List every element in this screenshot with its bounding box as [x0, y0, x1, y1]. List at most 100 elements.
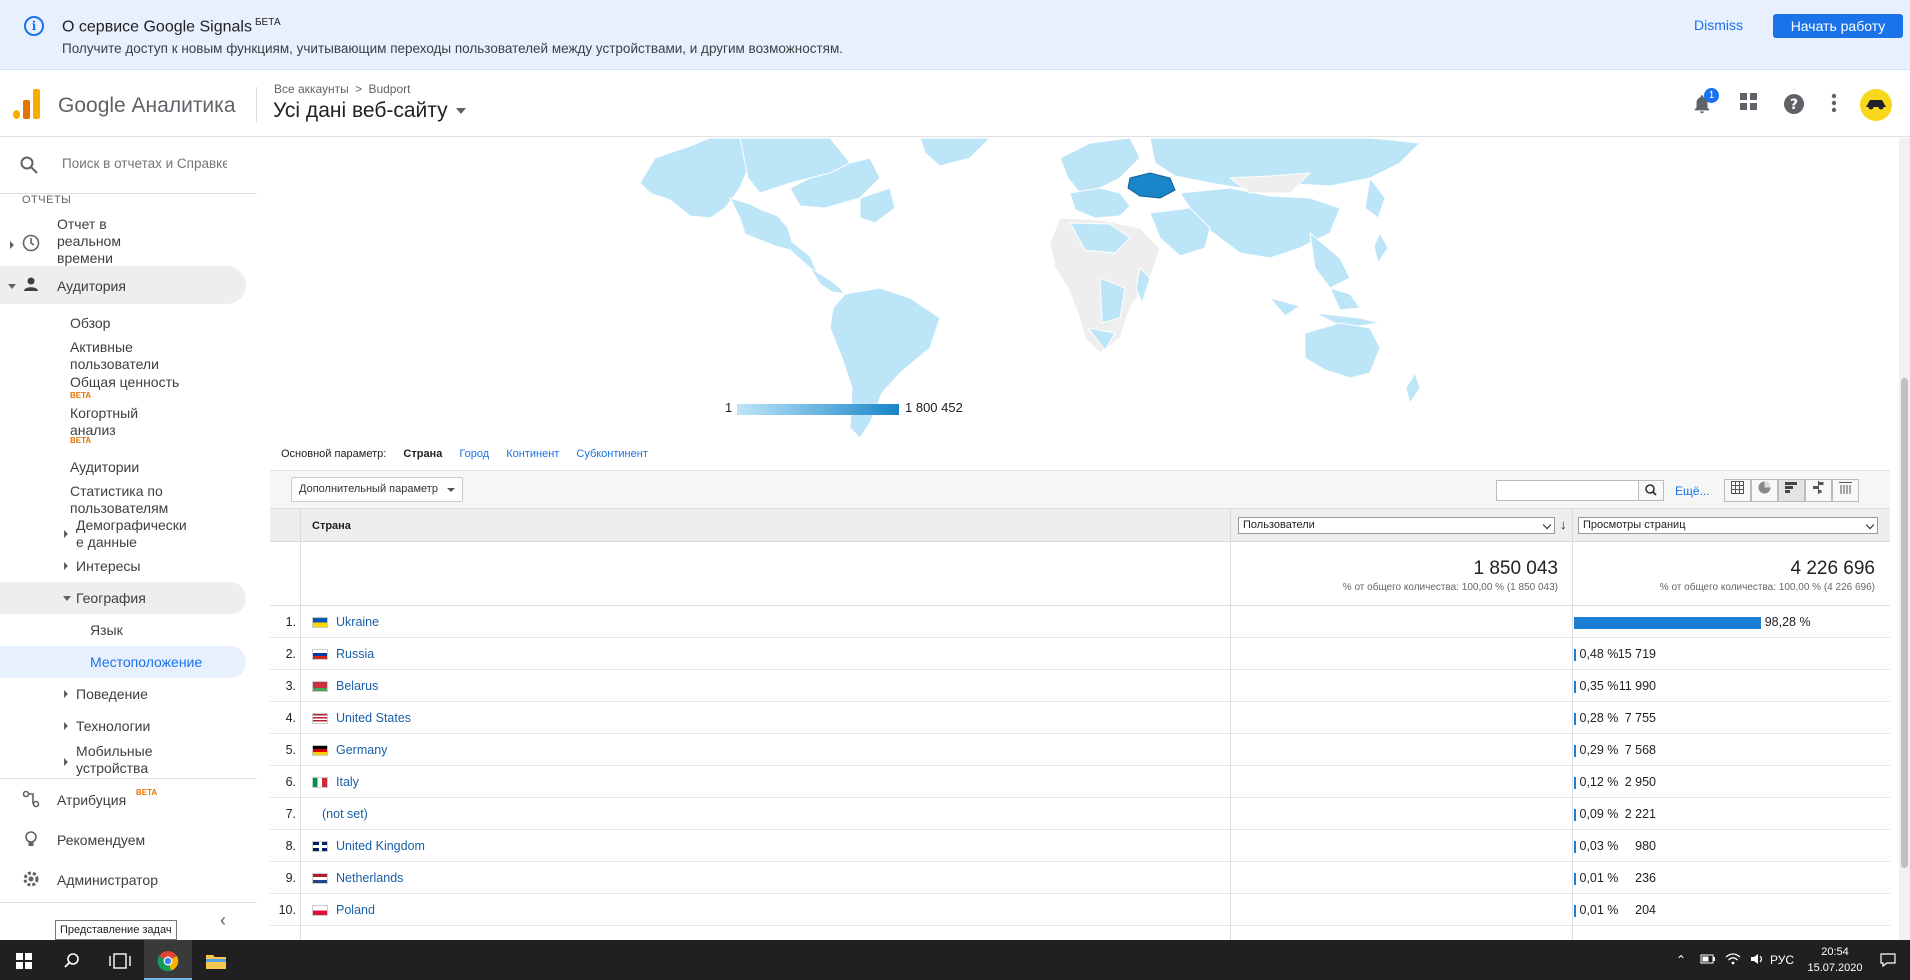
- metric2-select[interactable]: Просмотры страниц: [1578, 517, 1878, 534]
- country-link[interactable]: Ukraine: [336, 615, 379, 629]
- share-percent: 0,35 %: [1579, 679, 1619, 693]
- view-pivot-icon[interactable]: [1832, 479, 1859, 502]
- task-view-icon[interactable]: [96, 940, 144, 980]
- nav-cohort[interactable]: Когортный анализ: [70, 405, 138, 439]
- row-number: 4.: [285, 711, 296, 725]
- nav-active-users[interactable]: Активные пользователи: [70, 339, 159, 373]
- share-bar: [1574, 617, 1761, 629]
- country-link[interactable]: (not set): [322, 807, 368, 821]
- chevron-down-icon: [1542, 520, 1552, 530]
- country-link[interactable]: Poland: [336, 903, 375, 917]
- expand-arrow-icon[interactable]: [64, 562, 68, 570]
- country-link[interactable]: United Kingdom: [336, 839, 425, 853]
- nav-language[interactable]: Язык: [90, 622, 123, 639]
- row-number: 8.: [285, 839, 296, 853]
- legend-min: 1: [725, 400, 733, 415]
- chevron-down-icon: [447, 488, 455, 492]
- nav-audience[interactable]: Аудитория: [57, 278, 126, 295]
- country-link[interactable]: Netherlands: [336, 871, 403, 885]
- expand-arrow-icon[interactable]: [64, 758, 68, 766]
- property-selector[interactable]: Усі дані веб-сайту: [273, 99, 466, 123]
- view-table-icon[interactable]: [1724, 479, 1751, 502]
- nav-attribution[interactable]: Атрибуция: [57, 792, 126, 809]
- country-column-header[interactable]: Страна: [312, 520, 351, 532]
- nav-demographics[interactable]: Демографически е данные: [76, 517, 187, 551]
- table-row: 8. United Kingdom 980 0,03 %: [270, 830, 1890, 862]
- windows-start-icon[interactable]: [0, 940, 48, 980]
- flag-by-icon: [312, 681, 328, 692]
- dismiss-button[interactable]: Dismiss: [1694, 17, 1743, 33]
- nav-geo[interactable]: География: [76, 590, 146, 607]
- expand-arrow-icon[interactable]: [64, 722, 68, 730]
- apps-grid-icon[interactable]: [1737, 93, 1761, 117]
- nav-audiences[interactable]: Аудитории: [70, 459, 139, 476]
- nav-realtime[interactable]: Отчет в реальном времени: [57, 216, 121, 267]
- nav-location[interactable]: Местоположение: [90, 654, 202, 671]
- secondary-dimension-dropdown[interactable]: Дополнительный параметр: [291, 477, 463, 502]
- battery-icon[interactable]: [1700, 953, 1716, 968]
- nav-user-stats[interactable]: Статистика по пользователям: [70, 483, 168, 517]
- primary-dimension-bar: Основной параметр: Страна Город Континен…: [281, 448, 662, 460]
- share-percent: 0,12 %: [1579, 775, 1619, 789]
- nav-overview[interactable]: Обзор: [70, 315, 110, 332]
- page-scrollbar[interactable]: [1899, 138, 1910, 940]
- nav-admin[interactable]: Администратор: [57, 872, 158, 889]
- total-users: 1 850 043: [1473, 558, 1558, 579]
- dimension-city[interactable]: Город: [459, 448, 489, 460]
- taskbar-search-icon[interactable]: [48, 940, 96, 980]
- analytics-logo-icon[interactable]: [13, 89, 41, 119]
- view-performance-icon[interactable]: [1778, 479, 1805, 502]
- share-bar: [1574, 713, 1576, 725]
- country-link[interactable]: Germany: [336, 743, 387, 757]
- more-options-link[interactable]: Ещё...: [1675, 484, 1710, 498]
- table-search-input[interactable]: [1496, 480, 1640, 501]
- nav-technology[interactable]: Технологии: [76, 718, 150, 735]
- notification-center-icon[interactable]: [1880, 953, 1896, 970]
- start-button[interactable]: Начать работу: [1773, 14, 1903, 38]
- volume-icon[interactable]: [1750, 953, 1766, 968]
- help-icon[interactable]: ?: [1782, 93, 1806, 117]
- beta-tag: BETA: [70, 391, 92, 400]
- nav-behavior[interactable]: Поведение: [76, 686, 148, 703]
- nav-discover[interactable]: Рекомендуем: [57, 832, 145, 849]
- flag-it-icon: [312, 777, 328, 788]
- table-search-button[interactable]: [1638, 480, 1664, 501]
- report-search-input[interactable]: [62, 156, 227, 171]
- view-pie-icon[interactable]: [1751, 479, 1778, 502]
- expand-arrow-icon[interactable]: [10, 241, 14, 249]
- expand-arrow-icon[interactable]: [64, 530, 68, 538]
- expand-arrow-icon[interactable]: [64, 690, 68, 698]
- system-clock[interactable]: 20:54 15.07.2020: [1800, 944, 1870, 976]
- country-link[interactable]: United States: [336, 711, 411, 725]
- world-map[interactable]: [270, 138, 1890, 438]
- breadcrumb[interactable]: Все аккаунты > Budport: [274, 82, 410, 96]
- avatar[interactable]: [1860, 89, 1892, 121]
- country-link[interactable]: Italy: [336, 775, 359, 789]
- file-explorer-icon[interactable]: [192, 940, 240, 980]
- nav-mobile[interactable]: Мобильные устройства: [76, 743, 153, 777]
- share-percent: 0,09 %: [1579, 807, 1619, 821]
- gear-icon: [22, 870, 40, 888]
- collapse-arrow-icon[interactable]: [63, 596, 71, 601]
- tray-chevron-icon[interactable]: ⌃: [1676, 953, 1686, 967]
- collapse-arrow-icon[interactable]: [8, 284, 16, 289]
- view-comparison-icon[interactable]: [1805, 479, 1832, 502]
- metric1-select[interactable]: Пользователи: [1238, 517, 1555, 534]
- dimension-continent[interactable]: Континент: [506, 448, 559, 460]
- nav-interests[interactable]: Интересы: [76, 558, 140, 575]
- wifi-icon[interactable]: [1725, 953, 1741, 968]
- chrome-icon[interactable]: [144, 940, 192, 980]
- svg-text:?: ?: [1790, 97, 1798, 113]
- sort-desc-icon[interactable]: ↓: [1560, 517, 1567, 532]
- dimension-subcontinent[interactable]: Субконтинент: [576, 448, 647, 460]
- input-language[interactable]: РУС: [1770, 953, 1794, 967]
- table-row: 7. (not set) 2 221 0,09 %: [270, 798, 1890, 830]
- collapse-sidebar-icon[interactable]: ‹: [220, 910, 226, 931]
- scrollbar-thumb[interactable]: [1901, 378, 1908, 868]
- country-link[interactable]: Russia: [336, 647, 374, 661]
- nav-lifetime-value[interactable]: Общая ценность: [70, 374, 179, 391]
- legend-gradient: [737, 404, 899, 415]
- country-link[interactable]: Belarus: [336, 679, 378, 693]
- more-vert-icon[interactable]: [1822, 93, 1846, 117]
- search-icon: [1645, 484, 1657, 496]
